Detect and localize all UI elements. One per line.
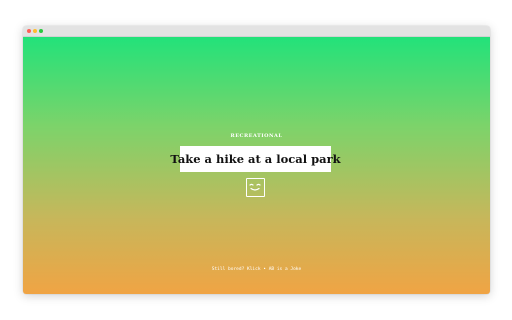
window-titlebar (23, 26, 490, 37)
activity-category: RECREATIONAL (230, 133, 283, 139)
activity-card: Take a hike at a local park (170, 146, 341, 172)
footer: Still bored? Klick • AB is a Joke (23, 267, 490, 272)
close-window-button[interactable] (27, 29, 31, 33)
smiling-face-icon[interactable] (246, 178, 265, 197)
reload-link[interactable]: Klick (247, 267, 261, 272)
about-link[interactable]: AB is a Joke (269, 267, 302, 272)
activity-text: Take a hike at a local park (170, 152, 341, 166)
browser-window: RECREATIONAL Take a hike at a local park… (23, 26, 490, 294)
minimize-window-button[interactable] (33, 29, 37, 33)
maximize-window-button[interactable] (39, 29, 43, 33)
footer-separator: • (263, 267, 266, 272)
footer-prefix: Still bored? (211, 267, 245, 272)
page-content: RECREATIONAL Take a hike at a local park… (23, 37, 490, 294)
